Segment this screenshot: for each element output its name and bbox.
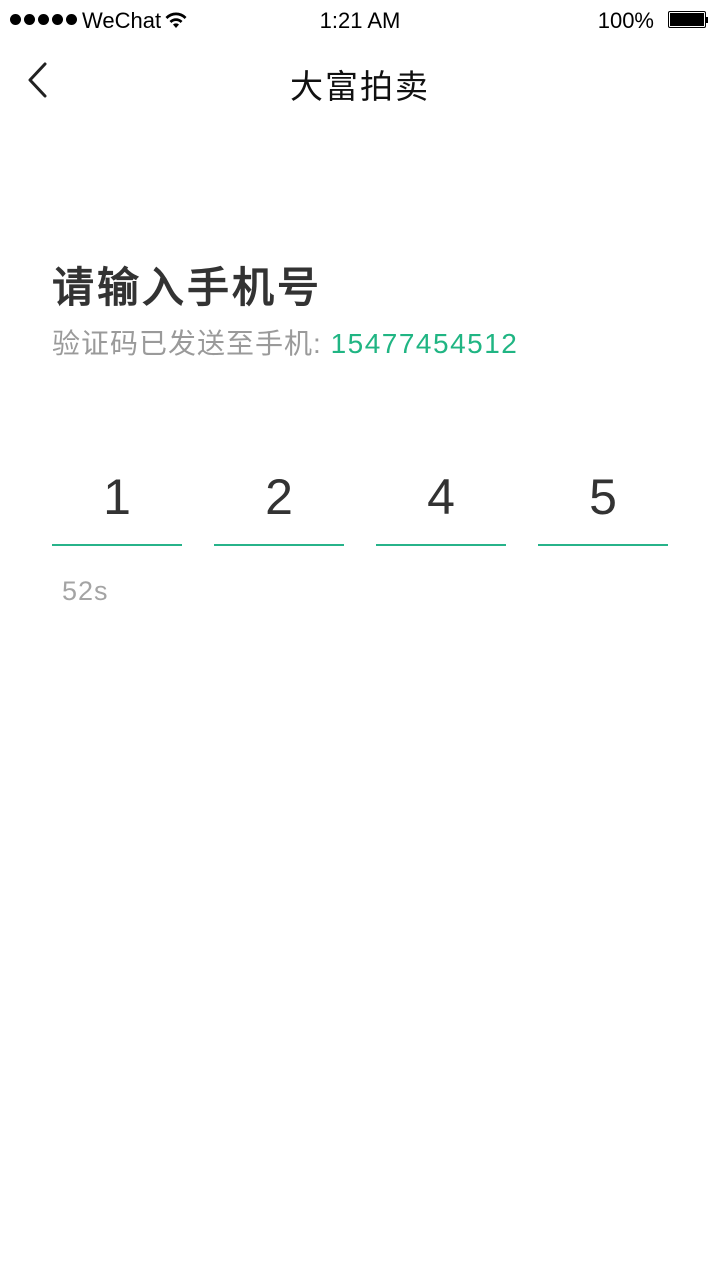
code-digit-3[interactable]: 4 — [376, 460, 506, 546]
phone-number: 15477454512 — [330, 328, 519, 359]
code-digit-4[interactable]: 5 — [538, 460, 668, 546]
status-bar: WeChat 1:21 AM 100% — [0, 0, 720, 40]
page-title: 大富拍卖 — [290, 68, 430, 105]
code-digit-2[interactable]: 2 — [214, 460, 344, 546]
navigation-bar: 大富拍卖 — [0, 40, 720, 122]
heading-enter-phone: 请输入手机号 — [52, 264, 323, 311]
code-sent-label: 验证码已发送至手机: — [52, 328, 331, 359]
code-sent-message: 验证码已发送至手机: 15477454512 — [52, 322, 518, 362]
battery-percentage: 100% — [597, 8, 654, 33]
battery-icon — [668, 11, 708, 29]
verification-code-input: 1 2 4 5 — [52, 460, 668, 546]
code-digit-1[interactable]: 1 — [52, 460, 182, 546]
resend-countdown: 52s — [62, 576, 109, 606]
